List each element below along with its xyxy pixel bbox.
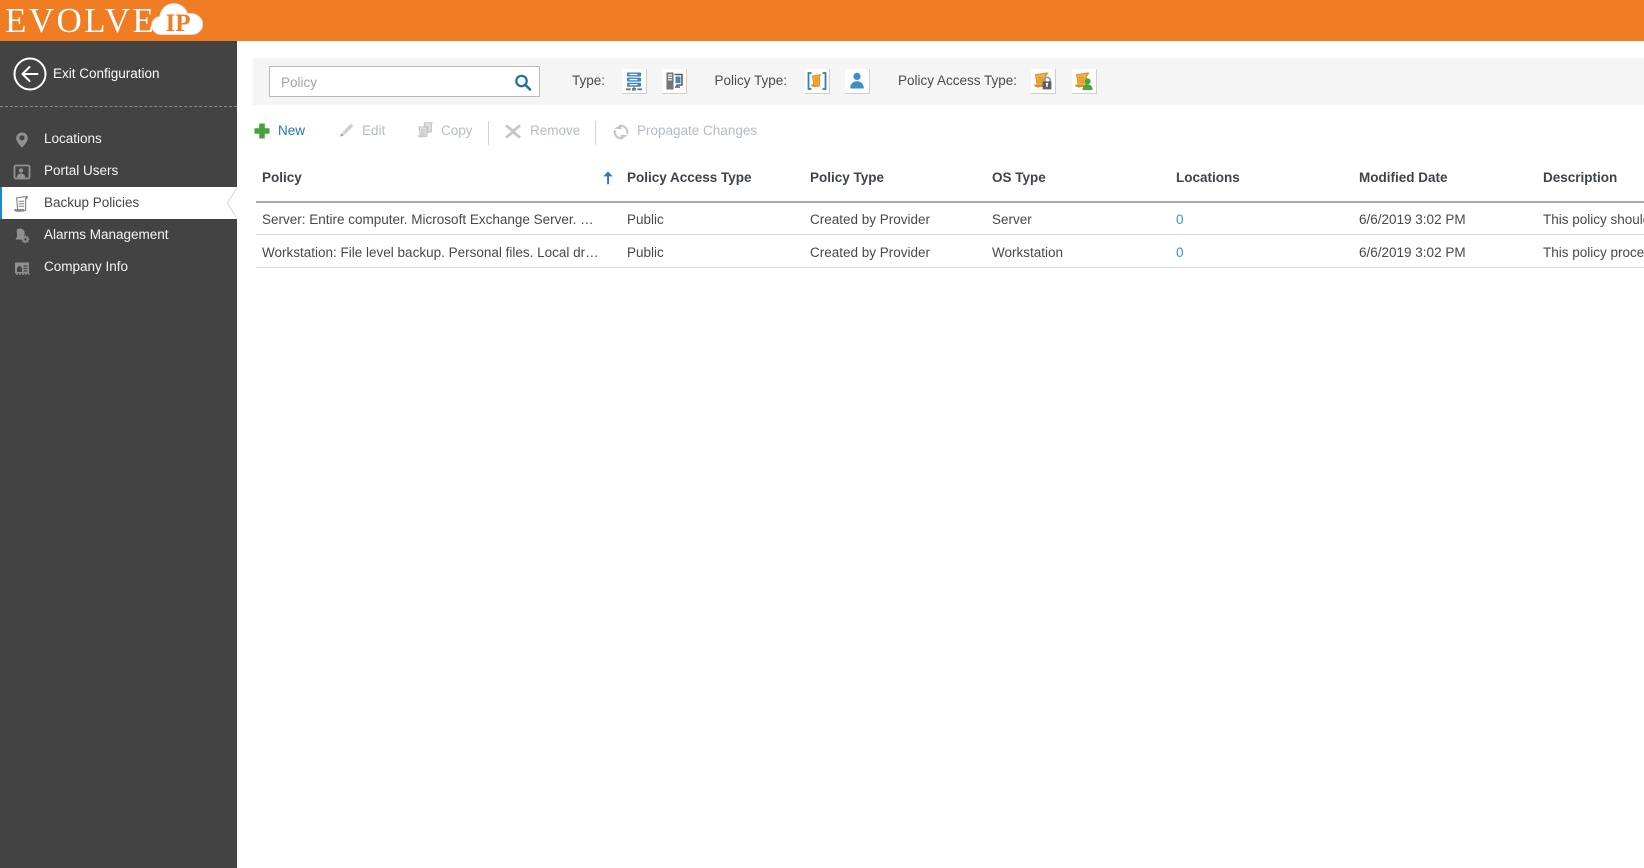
svg-text:IP: IP: [166, 10, 191, 37]
